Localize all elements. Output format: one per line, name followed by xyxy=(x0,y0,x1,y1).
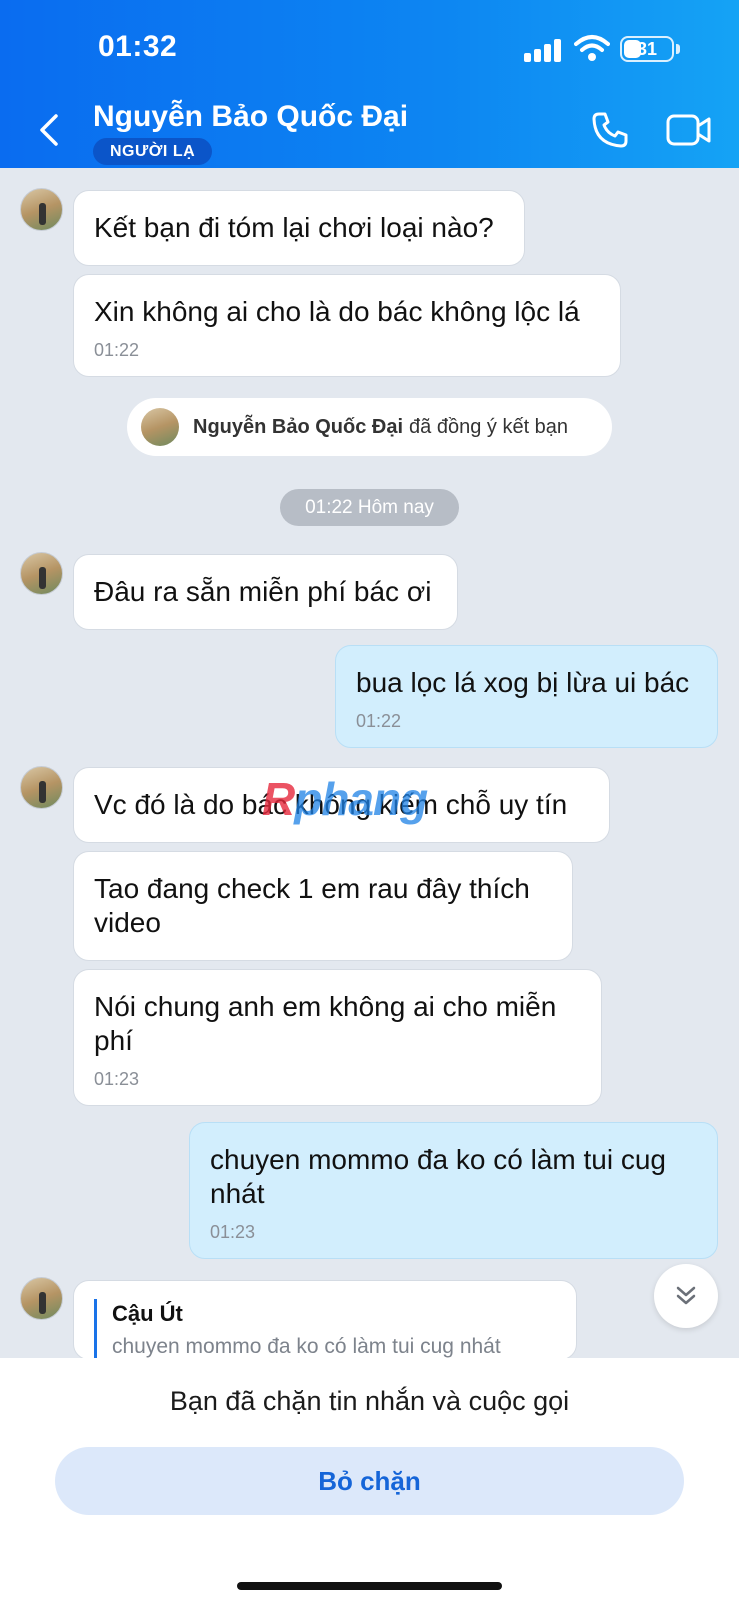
double-chevron-down-icon xyxy=(676,1286,696,1305)
cellular-signal-icon xyxy=(524,38,564,62)
sender-avatar[interactable] xyxy=(20,766,63,809)
message-text: Vc đó là do bác không kiếm chỗ uy tín xyxy=(94,789,568,820)
message-bubble-incoming[interactable]: Vc đó là do bác không kiếm chỗ uy tín xyxy=(73,767,610,843)
battery-icon: 31 xyxy=(620,36,674,62)
sender-avatar[interactable] xyxy=(20,1277,63,1320)
blocked-panel: Bạn đã chặn tin nhắn và cuộc gọi Bỏ chặn xyxy=(0,1358,739,1600)
quote-bar xyxy=(94,1299,97,1359)
notice-name: Nguyễn Bảo Quốc Đại xyxy=(193,415,404,438)
blocked-notice: Bạn đã chặn tin nhắn và cuộc gọi xyxy=(169,1386,570,1416)
status-time: 01:32 xyxy=(98,30,178,63)
battery-level: 31 xyxy=(636,39,658,59)
message-bubble-incoming[interactable]: Tao đang check 1 em rau đây thích video xyxy=(73,851,573,961)
message-time: 01:22 xyxy=(94,340,140,360)
video-call-icon[interactable] xyxy=(666,112,712,148)
notice-action: đã đồng ý kết bạn xyxy=(409,415,569,438)
scroll-to-bottom-button[interactable] xyxy=(654,1264,718,1328)
message-time: 01:22 xyxy=(356,711,402,731)
avatar xyxy=(141,408,179,446)
quoted-sender-name: Cậu Út xyxy=(112,1301,183,1326)
message-text: Nói chung anh em không ai cho miễn phí xyxy=(94,991,557,1056)
chat-header: 01:32 31 Nguyễn Bảo Quốc Đại NGƯỜI LẠ xyxy=(0,0,739,168)
quoted-reply-bubble[interactable]: Cậu Út chuyen mommo đa ko có làm tui cug… xyxy=(73,1280,577,1360)
back-chevron-icon[interactable] xyxy=(34,110,64,150)
message-bubble-incoming[interactable]: Đâu ra sẵn miễn phí bác ơi xyxy=(73,554,458,630)
message-bubble-outgoing[interactable]: bua lọc lá xog bị lừa ui bác 01:22 xyxy=(335,645,718,748)
message-bubble-outgoing[interactable]: chuyen mommo đa ko có làm tui cug nhát 0… xyxy=(189,1122,718,1259)
home-indicator[interactable] xyxy=(237,1582,502,1590)
message-text: Đâu ra sẵn miễn phí bác ơi xyxy=(94,576,432,607)
message-text: Kết bạn đi tóm lại chơi loại nào? xyxy=(94,212,494,243)
quoted-text: chuyen mommo đa ko có làm tui cug nhát xyxy=(112,1335,501,1358)
sender-avatar[interactable] xyxy=(20,188,63,231)
friend-accepted-notice: Nguyễn Bảo Quốc Đại đã đồng ý kết bạn xyxy=(127,398,612,456)
message-bubble-incoming[interactable]: Kết bạn đi tóm lại chơi loại nào? xyxy=(73,190,525,266)
message-text: chuyen mommo đa ko có làm tui cug nhát xyxy=(210,1144,666,1209)
sender-avatar[interactable] xyxy=(20,552,63,595)
phone-call-icon[interactable] xyxy=(590,110,630,150)
message-time: 01:23 xyxy=(94,1069,140,1089)
message-bubble-incoming[interactable]: Xin không ai cho là do bác không lộc lá … xyxy=(73,274,621,377)
message-text: bua lọc lá xog bị lừa ui bác xyxy=(356,667,690,698)
message-bubble-incoming[interactable]: Nói chung anh em không ai cho miễn phí 0… xyxy=(73,969,602,1106)
stranger-badge: NGƯỜI LẠ xyxy=(93,138,213,165)
wifi-icon xyxy=(574,35,610,61)
unblock-button[interactable]: Bỏ chặn xyxy=(55,1447,684,1515)
contact-name[interactable]: Nguyễn Bảo Quốc Đại xyxy=(93,100,408,134)
message-time: 01:23 xyxy=(210,1222,256,1242)
message-text: Xin không ai cho là do bác không lộc lá xyxy=(94,296,580,327)
date-separator: 01:22 Hôm nay xyxy=(280,489,459,526)
message-text: Tao đang check 1 em rau đây thích video xyxy=(94,873,530,938)
